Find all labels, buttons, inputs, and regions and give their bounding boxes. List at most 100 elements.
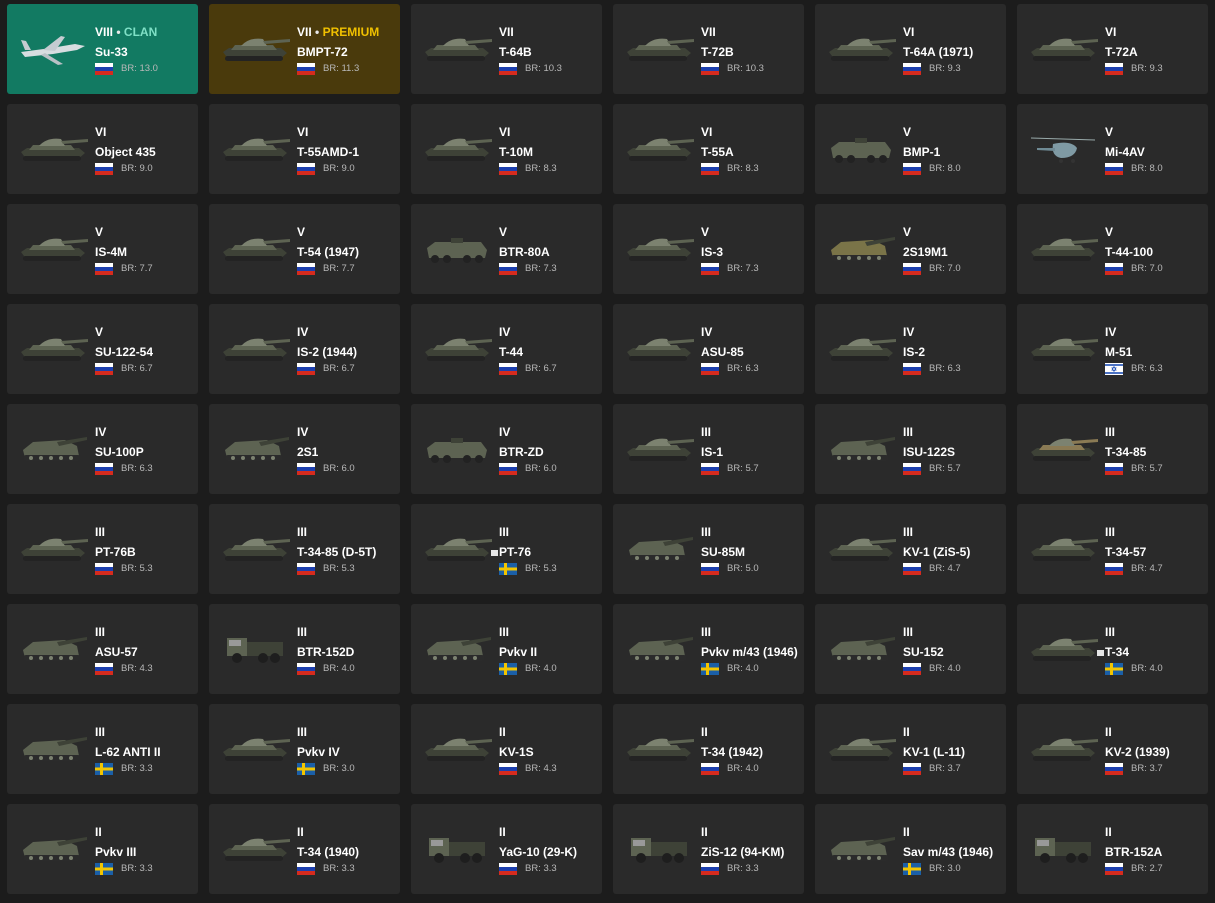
vehicle-card-btr-zd[interactable]: IV BTR-ZD BR: 6.0 [411, 404, 602, 494]
vehicle-card-su-33[interactable]: VIII • CLAN Su-33 BR: 13.0 [7, 4, 198, 94]
vehicle-name: T-34-85 [1105, 445, 1147, 459]
vehicle-card-t-64b[interactable]: VII T-64B BR: 10.3 [411, 4, 602, 94]
vehicle-rank: V [1105, 226, 1206, 239]
vehicle-name: T-55A [701, 145, 734, 159]
vehicle-card-su-85m[interactable]: III SU-85M BR: 5.0 [613, 504, 804, 594]
vehicle-card-t-34[interactable]: III T-34 BR: 4.0 [1017, 604, 1208, 694]
vehicle-name: IS-2 (1944) [297, 345, 358, 359]
vehicle-card-asu-85[interactable]: IV ASU-85 BR: 6.3 [613, 304, 804, 394]
vehicle-card-t-55amd-1[interactable]: VI T-55AMD-1 BR: 9.0 [209, 104, 400, 194]
vehicle-card-is-4m[interactable]: V IS-4M BR: 7.7 [7, 204, 198, 294]
rank-label: III [1105, 425, 1116, 439]
vehicle-card-is-2-1944[interactable]: IV IS-2 (1944) BR: 6.7 [209, 304, 400, 394]
vehicle-card-zis-12-94-km[interactable]: II ZiS-12 (94-KM) BR: 3.3 [613, 804, 804, 894]
vehicle-card-su-152[interactable]: III SU-152 BR: 4.0 [815, 604, 1006, 694]
vehicle-card-l-62-anti-ii[interactable]: III L-62 ANTI II BR: 3.3 [7, 704, 198, 794]
vehicle-name: Object 435 [95, 145, 156, 159]
vehicle-card-mi-4av[interactable]: V Mi-4AV BR: 8.0 [1017, 104, 1208, 194]
battle-rating: BR: 6.7 [323, 363, 355, 374]
vehicle-image [421, 828, 493, 868]
flag-ussr-icon [1105, 562, 1123, 575]
vehicle-name: IS-3 [701, 245, 724, 259]
vehicle-card-isu-122s[interactable]: III ISU-122S BR: 5.7 [815, 404, 1006, 494]
vehicle-card-bmp-1[interactable]: V BMP-1 BR: 8.0 [815, 104, 1006, 194]
vehicle-card-is-3[interactable]: V IS-3 BR: 7.3 [613, 204, 804, 294]
vehicle-image [1027, 28, 1099, 68]
vehicle-card-su-122-54[interactable]: V SU-122-54 BR: 6.7 [7, 304, 198, 394]
vehicle-card-t-44-100[interactable]: V T-44-100 BR: 7.0 [1017, 204, 1208, 294]
battle-rating: BR: 5.7 [1131, 463, 1163, 474]
vehicle-card-kv-1s[interactable]: II KV-1S BR: 4.3 [411, 704, 602, 794]
vehicle-card-t-72b[interactable]: VII T-72B BR: 10.3 [613, 4, 804, 94]
vehicle-image [219, 628, 291, 668]
flag-ussr-icon [499, 362, 517, 375]
battle-rating: BR: 5.7 [929, 463, 961, 474]
flag-ussr-icon [903, 62, 921, 75]
battle-rating: BR: 6.0 [323, 463, 355, 474]
flag-sweden-icon [1105, 662, 1123, 675]
vehicle-card-btr-152a[interactable]: II BTR-152A BR: 2.7 [1017, 804, 1208, 894]
vehicle-card-pvkv-m-43-1946[interactable]: III Pvkv m/43 (1946) BR: 4.0 [613, 604, 804, 694]
vehicle-card-t-10m[interactable]: VI T-10M BR: 8.3 [411, 104, 602, 194]
vehicle-image [623, 528, 695, 568]
vehicle-rank: IV [297, 426, 398, 439]
rank-label: III [701, 425, 712, 439]
vehicle-name: T-34 (1940) [297, 845, 360, 859]
vehicle-card-t-72a[interactable]: VI T-72A BR: 9.3 [1017, 4, 1208, 94]
flag-ussr-icon [701, 762, 719, 775]
rank-label: IV [1105, 325, 1117, 339]
vehicle-image [219, 228, 291, 268]
vehicle-rank: III [297, 526, 398, 539]
vehicle-card-pvkv-ii[interactable]: III Pvkv II BR: 4.0 [411, 604, 602, 694]
vehicle-card-t-34-1942[interactable]: II T-34 (1942) BR: 4.0 [613, 704, 804, 794]
battle-rating: BR: 6.3 [1131, 363, 1163, 374]
vehicle-card-t-55a[interactable]: VI T-55A BR: 8.3 [613, 104, 804, 194]
vehicle-card-t-44[interactable]: IV T-44 BR: 6.7 [411, 304, 602, 394]
vehicle-card-m-51[interactable]: IV M-51 BR: 6.3 [1017, 304, 1208, 394]
vehicle-rank: III [1105, 526, 1206, 539]
vehicle-card-t-64a-1971[interactable]: VI T-64A (1971) BR: 9.3 [815, 4, 1006, 94]
flag-ussr-icon [95, 262, 113, 275]
flag-ussr-icon [701, 162, 719, 175]
flag-ussr-icon [1105, 262, 1123, 275]
vehicle-card-pt-76[interactable]: III PT-76 BR: 5.3 [411, 504, 602, 594]
flag-sweden-icon [499, 562, 517, 575]
vehicle-card-kv-1-l-11[interactable]: II KV-1 (L-11) BR: 3.7 [815, 704, 1006, 794]
vehicle-card-su-100p[interactable]: IV SU-100P BR: 6.3 [7, 404, 198, 494]
flag-ussr-icon [95, 162, 113, 175]
vehicle-card-2s19m1[interactable]: V 2S19M1 BR: 7.0 [815, 204, 1006, 294]
vehicle-card-sav-m-43-1946[interactable]: II Sav m/43 (1946) BR: 3.0 [815, 804, 1006, 894]
rank-label: III [297, 725, 308, 739]
vehicle-card-2s1[interactable]: IV 2S1 BR: 6.0 [209, 404, 400, 494]
vehicle-image [623, 328, 695, 368]
vehicle-rank: III [701, 426, 802, 439]
vehicle-card-bmpt-72[interactable]: VII • PREMIUM BMPT-72 BR: 11.3 [209, 4, 400, 94]
vehicle-name: T-34-57 [1105, 545, 1147, 559]
vehicle-card-object-435[interactable]: VI Object 435 BR: 9.0 [7, 104, 198, 194]
vehicle-card-pvkv-iii[interactable]: II Pvkv III BR: 3.3 [7, 804, 198, 894]
battle-rating: BR: 2.7 [1131, 863, 1163, 874]
vehicle-card-kv-2-1939[interactable]: II KV-2 (1939) BR: 3.7 [1017, 704, 1208, 794]
flag-ussr-icon [903, 662, 921, 675]
vehicle-card-btr-80a[interactable]: V BTR-80A BR: 7.3 [411, 204, 602, 294]
vehicle-image [421, 128, 493, 168]
battle-rating: BR: 7.0 [1131, 263, 1163, 274]
vehicle-card-pvkv-iv[interactable]: III Pvkv IV BR: 3.0 [209, 704, 400, 794]
vehicle-image [219, 828, 291, 868]
vehicle-card-t-34-57[interactable]: III T-34-57 BR: 4.7 [1017, 504, 1208, 594]
vehicle-card-yag-10-29-k[interactable]: II YaG-10 (29-K) BR: 3.3 [411, 804, 602, 894]
vehicle-card-pt-76b[interactable]: III PT-76B BR: 5.3 [7, 504, 198, 594]
vehicle-card-is-2[interactable]: IV IS-2 BR: 6.3 [815, 304, 1006, 394]
vehicle-card-is-1[interactable]: III IS-1 BR: 5.7 [613, 404, 804, 494]
rank-label: III [903, 525, 914, 539]
rank-label: III [95, 725, 106, 739]
vehicle-name: ZiS-12 (94-KM) [701, 845, 785, 859]
vehicle-card-t-34-85[interactable]: III T-34-85 BR: 5.7 [1017, 404, 1208, 494]
vehicle-card-t-34-1940[interactable]: II T-34 (1940) BR: 3.3 [209, 804, 400, 894]
vehicle-card-asu-57[interactable]: III ASU-57 BR: 4.3 [7, 604, 198, 694]
vehicle-card-t-54-1947[interactable]: V T-54 (1947) BR: 7.7 [209, 204, 400, 294]
vehicle-card-kv-1-zis-5[interactable]: III KV-1 (ZiS-5) BR: 4.7 [815, 504, 1006, 594]
vehicle-card-t-34-85-d-5t[interactable]: III T-34-85 (D-5T) BR: 5.3 [209, 504, 400, 594]
battle-rating: BR: 4.0 [929, 663, 961, 674]
vehicle-card-btr-152d[interactable]: III BTR-152D BR: 4.0 [209, 604, 400, 694]
